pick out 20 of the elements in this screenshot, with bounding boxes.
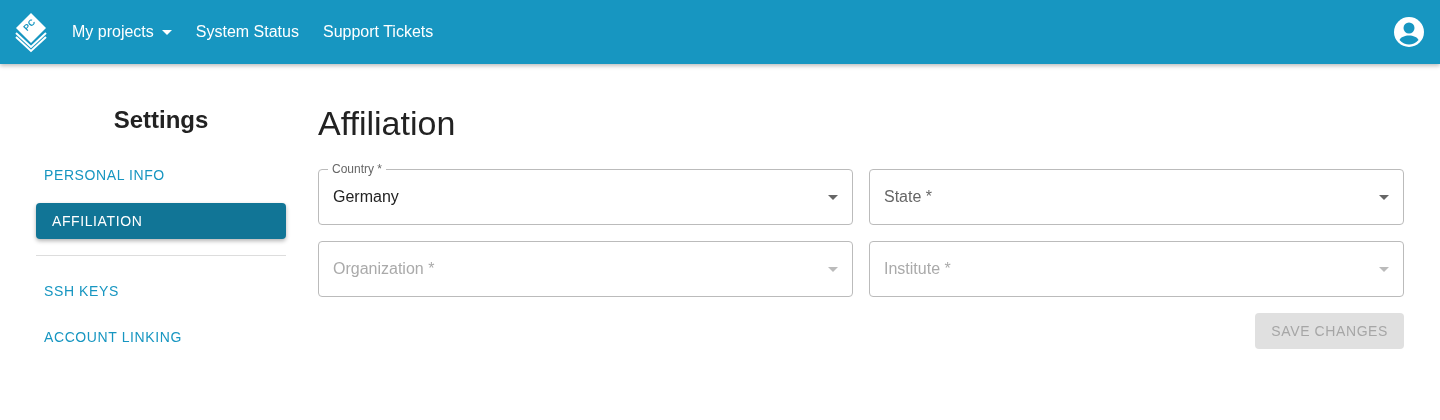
account-icon[interactable]	[1394, 17, 1424, 47]
sidebar-item[interactable]: PERSONAL INFO	[36, 157, 286, 193]
field-label: State *	[884, 188, 933, 206]
dropdown-arrow-icon	[1379, 195, 1389, 200]
sidebar-item[interactable]: AFFILIATION	[36, 203, 286, 239]
field-value: Germany	[333, 188, 399, 206]
sidebar-title: Settings	[112, 106, 210, 134]
field-label: Institute *	[884, 260, 951, 278]
page-title: Affiliation	[318, 104, 457, 143]
nav-link[interactable]: System Status	[195, 23, 299, 41]
field-label: Country *	[328, 162, 387, 176]
caret-icon	[161, 29, 172, 35]
dropdown-arrow-icon	[828, 195, 838, 200]
dropdown-arrow-icon	[828, 267, 838, 272]
nav-link[interactable]: Support Tickets	[322, 23, 434, 41]
dropdown-arrow-icon	[1379, 267, 1389, 272]
sidebar-item[interactable]: ACCOUNT LINKING	[36, 319, 286, 355]
field-label: Organization *	[333, 260, 435, 278]
sidebar-item[interactable]: SSH KEYS	[36, 273, 286, 309]
nav-link[interactable]: My projects	[72, 23, 172, 41]
